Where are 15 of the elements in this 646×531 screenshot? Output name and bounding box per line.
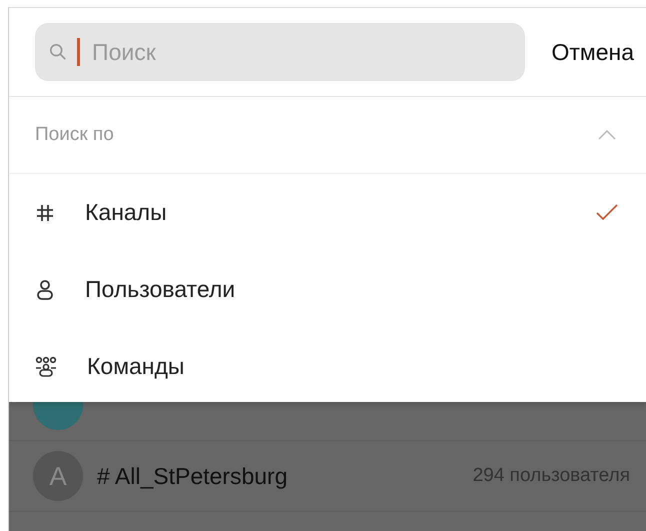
option-label: Команды — [87, 353, 186, 380]
cancel-button[interactable]: Отмена — [551, 38, 634, 66]
search-field[interactable]: Поиск — [35, 23, 526, 81]
filter-option[interactable]: Каналы — [9, 174, 646, 251]
hash-icon — [35, 202, 55, 222]
option-label: Каналы — [85, 199, 168, 226]
section-title: Поиск по — [35, 124, 114, 146]
chevron-icon[interactable] — [598, 130, 616, 140]
filter-option[interactable]: Пользователи — [9, 251, 646, 328]
user-icon — [35, 278, 55, 300]
filter-option[interactable]: Команды — [9, 328, 646, 405]
option-label: Пользователи — [85, 276, 236, 303]
search-input[interactable]: Поиск — [90, 38, 512, 66]
search-icon — [49, 42, 68, 62]
group-icon — [35, 356, 57, 378]
